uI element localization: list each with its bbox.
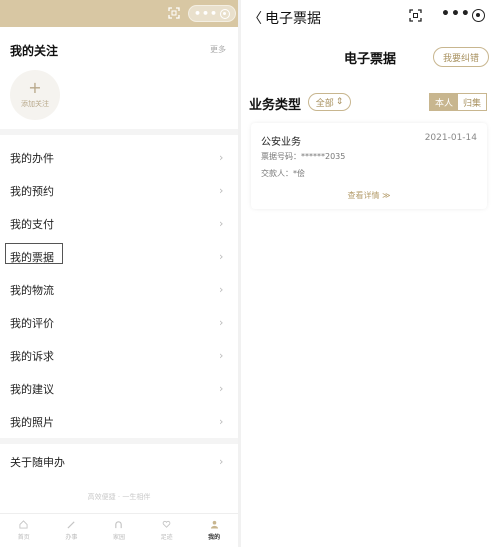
my-profile-panel: ••• 我的关注 更多 + 添加关注 我的办件 › 我的预约 › 我的支付 › … bbox=[0, 0, 238, 547]
chevron-right-icon: › bbox=[219, 415, 224, 428]
toggle-collected[interactable]: 归集 bbox=[458, 94, 486, 110]
chevron-right-icon: › bbox=[219, 151, 224, 164]
menu-item-my-cases[interactable]: 我的办件 › bbox=[0, 141, 238, 174]
menu-item-my-reviews[interactable]: 我的评价 › bbox=[0, 306, 238, 339]
chevron-right-icon: › bbox=[219, 184, 224, 197]
more-dots-icon[interactable]: ••• bbox=[194, 8, 218, 19]
tab-label: 家园 bbox=[112, 534, 125, 541]
section-divider bbox=[0, 129, 238, 135]
tab-label: 足迹 bbox=[160, 534, 173, 541]
menu-item-label: 我的评价 bbox=[10, 316, 54, 330]
scan-icon[interactable] bbox=[409, 9, 422, 22]
menu-item-my-suggestions[interactable]: 我的建议 › bbox=[0, 372, 238, 405]
highlight-box bbox=[5, 243, 63, 264]
receipt-number: 票据号码：******2035 bbox=[261, 152, 346, 161]
bottom-tab-bar: 首页 办事 家园 足迹 我的 bbox=[0, 513, 238, 547]
add-favorite-button[interactable]: + 添加关注 bbox=[10, 70, 60, 120]
nav-title: 电子票据 bbox=[265, 11, 321, 27]
more-dots-icon[interactable]: ••• bbox=[441, 6, 471, 22]
tab-home[interactable]: 首页 bbox=[0, 514, 48, 547]
e-receipt-panel: 〈 电子票据 ••• 电子票据 我要纠错 业务类型 全部 ⇕ 本人 归集 公安业… bbox=[241, 0, 499, 547]
horseshoe-icon bbox=[115, 521, 123, 529]
close-miniapp-icon[interactable] bbox=[472, 9, 485, 22]
business-type-select[interactable]: 全部 ⇕ bbox=[308, 93, 351, 111]
chevron-right-icon: › bbox=[219, 316, 224, 329]
menu-item-my-photos[interactable]: 我的照片 › bbox=[0, 405, 238, 438]
menu-item-label: 我的诉求 bbox=[10, 349, 54, 363]
toggle-self[interactable]: 本人 bbox=[430, 94, 458, 110]
receipt-business-type: 公安业务 bbox=[261, 137, 301, 148]
chevron-right-icon: › bbox=[219, 250, 224, 263]
menu-item-label: 我的预约 bbox=[10, 184, 54, 198]
menu-item-my-appeals[interactable]: 我的诉求 › bbox=[0, 339, 238, 372]
tab-label: 首页 bbox=[17, 534, 30, 541]
menu-item-about[interactable]: 关于随申办 › bbox=[0, 445, 238, 478]
menu-item-label: 我的物流 bbox=[10, 283, 54, 297]
tab-label: 办事 bbox=[65, 534, 78, 541]
pen-icon bbox=[67, 521, 75, 529]
chevron-right-icon: › bbox=[219, 455, 224, 468]
menu-item-my-logistics[interactable]: 我的物流 › bbox=[0, 273, 238, 306]
slogan: 高效便捷 · 一生相伴 bbox=[87, 493, 151, 501]
chevron-right-icon: › bbox=[219, 283, 224, 296]
sort-arrows-icon: ⇕ bbox=[335, 97, 344, 107]
report-error-button[interactable]: 我要纠错 bbox=[433, 47, 489, 67]
plus-icon: + bbox=[28, 78, 42, 97]
tab-services[interactable]: 办事 bbox=[48, 514, 96, 547]
person-icon bbox=[210, 520, 218, 529]
tab-home-garden[interactable]: 家园 bbox=[95, 514, 143, 547]
top-bar: ••• bbox=[0, 0, 238, 27]
menu-item-label: 我的办件 bbox=[10, 151, 54, 165]
select-value: 全部 bbox=[315, 98, 334, 109]
receipt-card[interactable]: 公安业务 2021-01-14 票据号码：******2035 交款人：*侩 查… bbox=[251, 123, 487, 209]
back-chevron-icon[interactable]: 〈 bbox=[248, 8, 262, 28]
favorites-title: 我的关注 bbox=[10, 44, 59, 58]
home-icon bbox=[19, 520, 28, 529]
business-type-label: 业务类型 bbox=[249, 98, 302, 113]
tab-label: 我的 bbox=[208, 534, 221, 541]
heart-hands-icon bbox=[162, 520, 171, 528]
menu-item-label: 我的照片 bbox=[10, 415, 54, 429]
section-divider bbox=[0, 438, 238, 444]
menu-item-label: 我的建议 bbox=[10, 382, 54, 396]
chevron-right-icon: › bbox=[219, 349, 224, 362]
owner-toggle: 本人 归集 bbox=[429, 93, 487, 111]
close-miniapp-icon[interactable] bbox=[220, 8, 231, 19]
view-details-link[interactable]: 查看详情 ≫ bbox=[251, 190, 487, 201]
menu-item-my-payments[interactable]: 我的支付 › bbox=[0, 207, 238, 240]
tab-mine[interactable]: 我的 bbox=[190, 514, 238, 547]
chevron-right-icon: › bbox=[219, 382, 224, 395]
scan-icon[interactable] bbox=[168, 7, 180, 19]
menu-item-label: 我的支付 bbox=[10, 217, 54, 231]
menu-item-my-appointments[interactable]: 我的预约 › bbox=[0, 174, 238, 207]
chevron-right-icon: › bbox=[219, 217, 224, 230]
tab-footprint[interactable]: 足迹 bbox=[143, 514, 191, 547]
miniapp-capsule: ••• bbox=[188, 5, 236, 22]
menu-item-label: 关于随申办 bbox=[10, 455, 65, 469]
receipt-date: 2021-01-14 bbox=[424, 133, 477, 143]
receipt-payer: 交款人：*侩 bbox=[261, 169, 305, 178]
favorites-more-link[interactable]: 更多 bbox=[210, 44, 226, 55]
add-favorite-label: 添加关注 bbox=[21, 100, 49, 108]
